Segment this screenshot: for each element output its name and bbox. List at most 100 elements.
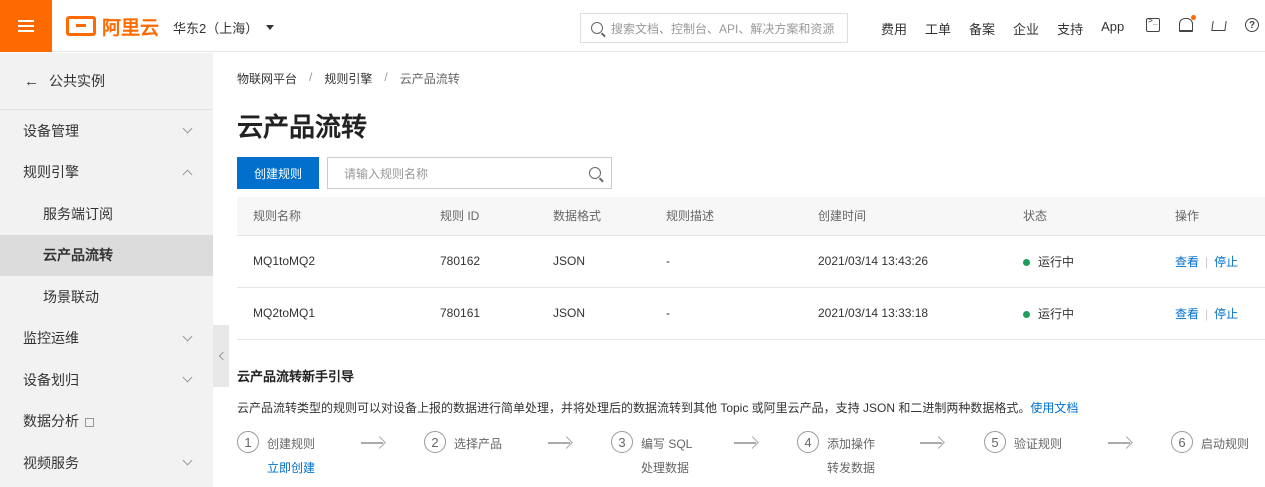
create-now-link[interactable]: 立即创建	[267, 459, 315, 476]
sidebar-item-label: 规则引擎	[23, 164, 79, 181]
column-header: 规则描述	[666, 197, 818, 236]
stop-link[interactable]: 停止	[1214, 307, 1238, 321]
guide-description: 云产品流转类型的规则可以对设备上报的数据进行简单处理，并将处理后的数据流转到其他…	[237, 399, 1078, 416]
sidebar-back-link[interactable]: ← 公共实例	[0, 53, 213, 110]
rule-actions: 查看 | 停止	[1175, 287, 1265, 340]
view-link[interactable]: 查看	[1175, 307, 1199, 321]
step-2: 2 选择产品	[424, 431, 502, 453]
status-dot-icon	[1023, 258, 1030, 266]
sidebar-item-label: 设备划归	[23, 371, 79, 388]
rule-search-input[interactable]: 请输入规则名称	[327, 157, 612, 189]
guide-description-text: 云产品流转类型的规则可以对设备上报的数据进行简单处理，并将处理后的数据流转到其他…	[237, 401, 1031, 415]
breadcrumb-current: 云产品流转	[399, 72, 460, 86]
nav-fees[interactable]: 费用	[881, 19, 907, 38]
aliyun-logo[interactable]: 阿里云	[66, 14, 159, 39]
sidebar-item-data-forwarding[interactable]: 云产品流转	[0, 234, 213, 276]
arrow-right-icon	[361, 436, 385, 450]
arrow-left-icon: ←	[24, 72, 39, 90]
global-search-placeholder: 搜索文档、控制台、API、解决方案和资源	[611, 21, 835, 36]
top-icons: ?	[1146, 15, 1259, 32]
step-3: 3 编写 SQL 处理数据	[611, 431, 692, 476]
sidebar-item-server-subscription[interactable]: 服务端订阅	[0, 193, 213, 235]
chevron-down-icon	[182, 331, 193, 342]
notification-dot	[1191, 15, 1196, 20]
sidebar-item-label: 视频服务	[23, 454, 79, 471]
sidebar-item-scene-linkage[interactable]: 场景联动	[0, 276, 213, 318]
sidebar-item-monitoring[interactable]: 监控运维	[0, 318, 213, 360]
rule-actions: 查看 | 停止	[1175, 235, 1265, 288]
help-icon[interactable]: ?	[1245, 18, 1259, 32]
guide-title: 云产品流转新手引导	[237, 369, 355, 384]
search-icon	[591, 22, 603, 34]
sidebar-item-label: 监控运维	[23, 330, 79, 347]
sidebar-item-data-analysis[interactable]: 数据分析	[0, 401, 213, 443]
rule-name: MQ1toMQ2	[237, 235, 440, 288]
step-label: 选择产品	[454, 437, 503, 451]
chevron-down-icon	[182, 372, 193, 383]
step-label: 编写 SQL	[641, 437, 693, 451]
rule-id: 780162	[440, 235, 553, 288]
global-search-input[interactable]: 搜索文档、控制台、API、解决方案和资源	[580, 13, 848, 43]
sidebar-item-label: 服务端订阅	[43, 205, 113, 222]
rule-id: 780161	[440, 287, 553, 340]
rules-table: 规则名称 规则 ID 数据格式 规则描述 创建时间 状态 操作 MQ1toMQ2…	[237, 197, 1265, 340]
arrow-right-icon	[920, 436, 944, 450]
menu-icon[interactable]	[0, 0, 52, 52]
stop-link[interactable]: 停止	[1214, 255, 1238, 269]
status-dot-icon	[1023, 310, 1030, 318]
arrow-right-icon	[1108, 436, 1132, 450]
bell-icon[interactable]	[1179, 15, 1196, 32]
sidebar-collapse-handle[interactable]	[213, 325, 229, 387]
chevron-down-icon	[182, 455, 193, 466]
guide-steps: 1 创建规则立即创建 2 选择产品 3 编写 SQL 处理数据 4 添加操作 转发数…	[237, 431, 1265, 481]
rule-created-time: 2021/03/14 13:43:26	[818, 235, 1023, 288]
logo-mark-icon	[66, 16, 96, 36]
status-label: 运行中	[1038, 254, 1075, 269]
step-label: 创建规则	[267, 437, 316, 451]
step-label: 启动规则	[1201, 437, 1250, 451]
sidebar-item-device-management[interactable]: 设备管理	[0, 110, 213, 152]
create-rule-button[interactable]: 创建规则	[237, 157, 319, 189]
sidebar: ← 公共实例 设备管理 规则引擎 服务端订阅 云产品流转 场景联动 监控运维 设…	[0, 53, 213, 487]
view-link[interactable]: 查看	[1175, 255, 1199, 269]
rule-format: JSON	[553, 287, 666, 340]
sidebar-item-video-service[interactable]: 视频服务	[0, 442, 213, 484]
column-header: 数据格式	[553, 197, 666, 236]
step-number: 3	[611, 431, 633, 453]
step-number: 4	[797, 431, 819, 453]
sidebar-item-label: 设备管理	[23, 122, 79, 139]
nav-enterprise[interactable]: 企业	[1013, 19, 1039, 38]
nav-support[interactable]: 支持	[1057, 19, 1083, 38]
chevron-up-icon	[182, 169, 193, 180]
column-header: 规则名称	[237, 197, 440, 236]
terminal-icon[interactable]	[1146, 16, 1160, 32]
sidebar-item-rule-engine[interactable]: 规则引擎	[0, 152, 213, 194]
page-title: 云产品流转	[237, 112, 368, 142]
step-number: 6	[1171, 431, 1193, 453]
nav-tickets[interactable]: 工单	[925, 19, 951, 38]
sidebar-item-label: 云产品流转	[43, 247, 113, 264]
nav-app[interactable]: App	[1101, 19, 1124, 38]
column-header: 操作	[1175, 197, 1265, 236]
step-number: 1	[237, 431, 259, 453]
table-header-row: 规则名称 规则 ID 数据格式 规则描述 创建时间 状态 操作	[237, 197, 1265, 236]
step-5: 5 验证规则	[984, 431, 1062, 453]
cart-icon[interactable]	[1211, 21, 1227, 31]
region-label: 华东2（上海）	[173, 21, 259, 36]
step-4: 4 添加操作 转发数据	[797, 431, 875, 476]
nav-icp[interactable]: 备案	[969, 19, 995, 38]
breadcrumb-separator: /	[384, 70, 388, 84]
table-row: MQ1toMQ2 780162 JSON - 2021/03/14 13:43:…	[237, 235, 1265, 288]
doc-link[interactable]: 使用文档	[1030, 401, 1078, 415]
step-number: 2	[424, 431, 446, 453]
sidebar-item-device-transfer[interactable]: 设备划归	[0, 359, 213, 401]
region-selector[interactable]: 华东2（上海）	[173, 18, 275, 37]
step-number: 5	[984, 431, 1006, 453]
rule-status: 运行中	[1023, 287, 1175, 340]
arrow-right-icon	[548, 436, 572, 450]
top-bar: 阿里云 华东2（上海） 搜索文档、控制台、API、解决方案和资源 费用 工单 备…	[0, 0, 1265, 52]
search-icon[interactable]	[589, 167, 601, 179]
breadcrumb-rule-engine[interactable]: 规则引擎	[324, 70, 372, 87]
breadcrumb-iot-platform[interactable]: 物联网平台	[237, 70, 297, 87]
rule-format: JSON	[553, 235, 666, 288]
